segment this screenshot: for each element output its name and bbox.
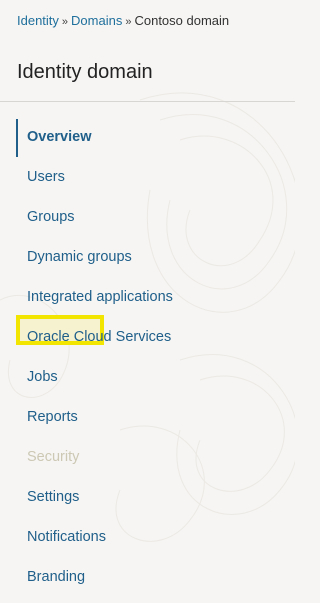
- breadcrumb-separator: »: [61, 16, 69, 28]
- nav-item-notifications[interactable]: Notifications: [0, 517, 295, 557]
- nav-item-label: Settings: [27, 489, 80, 505]
- breadcrumb-link-domains[interactable]: Domains: [71, 13, 122, 28]
- page-title: Identity domain: [17, 61, 153, 83]
- nav-item-label: Groups: [27, 209, 75, 225]
- nav-item-label: Security: [27, 449, 80, 465]
- nav-item-label: Oracle Cloud Services: [27, 329, 172, 345]
- breadcrumb-link-identity[interactable]: Identity: [17, 13, 59, 28]
- nav-item-label: Integrated applications: [27, 289, 173, 305]
- nav-item-reports[interactable]: Reports: [0, 397, 295, 437]
- divider: [0, 101, 295, 102]
- breadcrumb-current: Contoso domain: [134, 13, 230, 28]
- nav-item-settings[interactable]: Settings: [0, 477, 295, 517]
- nav-item-label: Jobs: [27, 369, 58, 385]
- nav-item-oracle-cloud-services[interactable]: Oracle Cloud Services: [0, 317, 295, 357]
- nav-item-groups[interactable]: Groups: [0, 197, 295, 237]
- nav-item-security[interactable]: Security: [0, 437, 295, 477]
- side-nav: Overview Users Groups Dynamic groups Int…: [0, 117, 295, 597]
- nav-item-jobs[interactable]: Jobs: [0, 357, 295, 397]
- nav-item-label: Dynamic groups: [27, 249, 132, 265]
- nav-item-label: Users: [27, 169, 65, 185]
- nav-item-branding[interactable]: Branding: [0, 557, 295, 597]
- nav-item-label: Overview: [27, 129, 92, 145]
- nav-item-label: Branding: [27, 569, 86, 585]
- nav-item-dynamic-groups[interactable]: Dynamic groups: [0, 237, 295, 277]
- nav-item-integrated-applications[interactable]: Integrated applications: [0, 277, 295, 317]
- nav-item-users[interactable]: Users: [0, 157, 295, 197]
- nav-item-label: Notifications: [27, 529, 106, 545]
- breadcrumb-separator: »: [125, 16, 132, 28]
- breadcrumb: Identity» Domains» Contoso domain: [17, 13, 229, 28]
- nav-item-label: Reports: [27, 409, 78, 425]
- nav-item-overview[interactable]: Overview: [0, 117, 295, 157]
